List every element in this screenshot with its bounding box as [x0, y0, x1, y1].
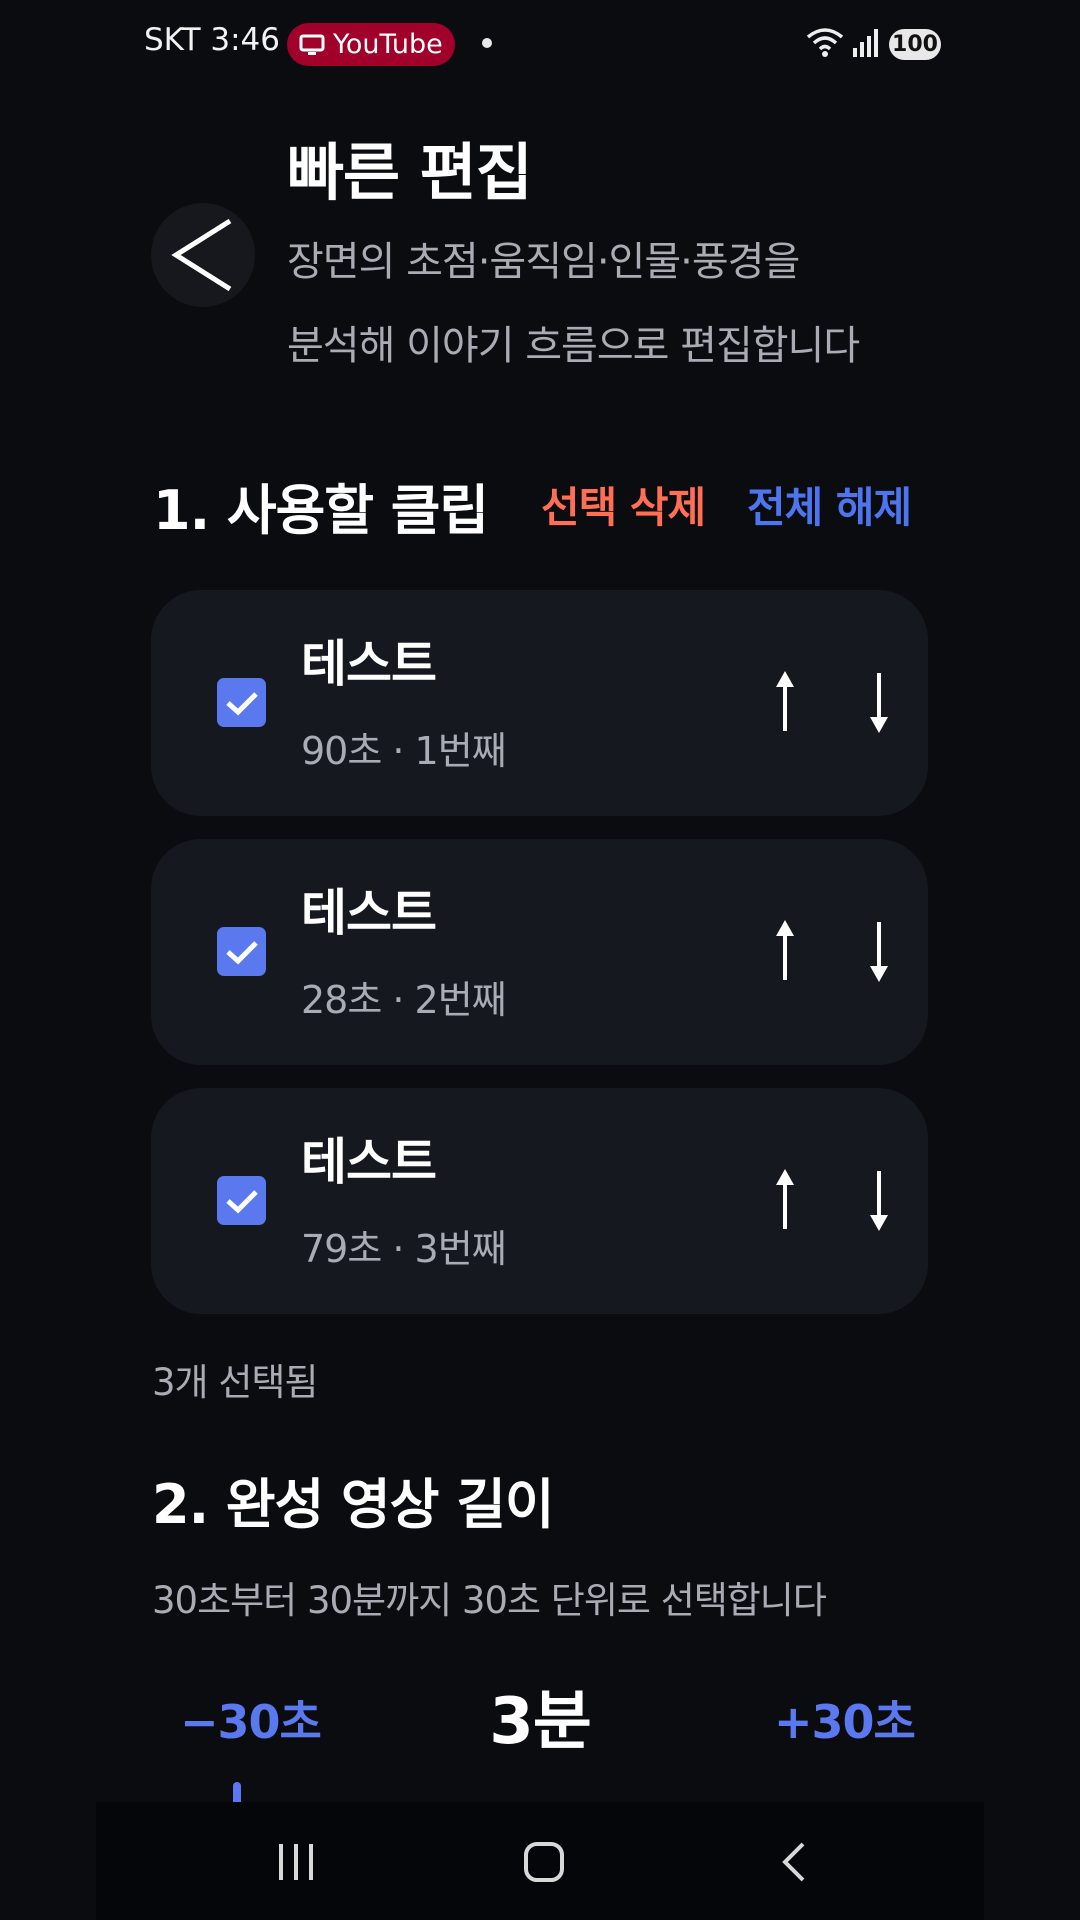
- clip-title: 테스트: [301, 1133, 437, 1191]
- clip-meta: 28초 · 2번째: [301, 978, 507, 1022]
- length-section-title: 2. 완성 영상 길이: [152, 1473, 555, 1536]
- arrow-up-icon: [776, 920, 794, 980]
- arrow-up-icon: [776, 671, 794, 731]
- length-section-description: 30초부터 30분까지 30초 단위로 선택합니다: [152, 1579, 827, 1622]
- move-down-button[interactable]: [849, 1160, 909, 1240]
- recents-icon: [279, 1844, 313, 1880]
- home-icon: [524, 1842, 564, 1882]
- page-description: 장면의 초점·움직임·인물·풍경을 분석해 이야기 흐름으로 편집합니다: [287, 220, 987, 388]
- clip-checkbox[interactable]: [217, 678, 266, 727]
- arrow-down-icon: [870, 922, 888, 982]
- move-up-button[interactable]: [755, 662, 815, 742]
- description-line-1: 장면의 초점·움직임·인물·풍경을: [287, 239, 800, 285]
- check-icon: [225, 1189, 258, 1213]
- clip-checkbox[interactable]: [217, 927, 266, 976]
- description-line-2: 분석해 이야기 흐름으로 편집합니다: [287, 323, 860, 369]
- clip-card[interactable]: 테스트 79초 · 3번째: [151, 1088, 928, 1314]
- notification-dot: [482, 38, 492, 48]
- youtube-cast-pill[interactable]: YouTube: [287, 23, 455, 66]
- clear-all-button[interactable]: 전체 해제: [747, 474, 912, 535]
- page-title: 빠른 편집: [287, 136, 533, 209]
- nav-back-button[interactable]: [754, 1832, 834, 1892]
- move-up-button[interactable]: [755, 1160, 815, 1240]
- clip-title: 테스트: [301, 884, 437, 942]
- delete-selected-button[interactable]: 선택 삭제: [541, 474, 706, 535]
- duration-value: 3분: [489, 1685, 591, 1759]
- wifi-icon: [806, 28, 844, 57]
- clip-meta: 79초 · 3번째: [301, 1227, 507, 1271]
- move-down-button[interactable]: [849, 911, 909, 991]
- signal-icon: [853, 29, 878, 57]
- youtube-pill-label: YouTube: [333, 29, 443, 60]
- arrow-down-icon: [870, 1171, 888, 1231]
- status-carrier-time: SKT 3:46: [144, 22, 281, 58]
- battery-indicator: 100: [889, 29, 941, 60]
- arrow-up-icon: [776, 1169, 794, 1229]
- clip-title: 테스트: [301, 635, 437, 693]
- back-arrow-icon: [171, 218, 232, 292]
- system-nav-bar: [96, 1802, 984, 1920]
- duration-slider-handle[interactable]: [233, 1782, 241, 1802]
- move-up-button[interactable]: [755, 911, 815, 991]
- increase-duration-button[interactable]: +30초: [774, 1686, 916, 1752]
- home-button[interactable]: [504, 1832, 584, 1892]
- selected-count: 3개 선택됨: [152, 1361, 318, 1404]
- clip-meta: 90초 · 1번째: [301, 729, 507, 773]
- arrow-down-icon: [870, 673, 888, 733]
- clips-section-title: 1. 사용할 클립: [153, 479, 489, 542]
- screen-icon: [299, 34, 325, 55]
- check-icon: [225, 691, 258, 715]
- decrease-duration-button[interactable]: −30초: [180, 1686, 322, 1752]
- clip-card[interactable]: 테스트 28초 · 2번째: [151, 839, 928, 1065]
- clip-checkbox[interactable]: [217, 1176, 266, 1225]
- check-icon: [225, 940, 258, 964]
- move-down-button[interactable]: [849, 662, 909, 742]
- back-button[interactable]: [151, 203, 255, 307]
- clip-card[interactable]: 테스트 90초 · 1번째: [151, 590, 928, 816]
- nav-back-icon: [782, 1842, 805, 1882]
- recents-button[interactable]: [256, 1832, 336, 1892]
